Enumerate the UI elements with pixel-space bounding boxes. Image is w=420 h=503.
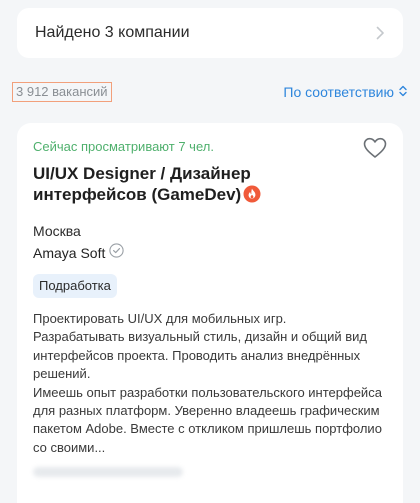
sort-label: По соответствию [283,84,394,100]
vacancy-city: Москва [33,223,81,239]
vacancy-title[interactable]: UI/UX Designer / Дизайнер интерфейсов (G… [33,163,333,208]
viewers-text: Сейчас просматривают 7 чел. [33,139,214,154]
vacancy-card[interactable]: Сейчас просматривают 7 чел. UI/UX Design… [17,123,403,503]
blurred-placeholder [33,467,183,478]
fire-icon [243,185,261,208]
vacancy-title-text: UI/UX Designer / Дизайнер интерфейсов (G… [33,164,251,204]
check-circle-icon [109,243,125,262]
vacancy-count: 3 912 вакансий [12,82,112,102]
chevron-right-icon [373,26,387,40]
sort-arrows-icon [399,84,407,100]
companies-found-label: Найдено 3 компании [35,24,190,41]
favorite-button[interactable] [363,137,387,159]
employment-type-tag: Подработка [33,274,117,298]
sort-button[interactable]: По соответствию [283,84,407,100]
heart-outline-icon [363,137,387,158]
vacancy-description: Проектировать UI/UX для мобильных игр. Р… [33,311,382,455]
employer[interactable]: Amaya Soft [33,243,387,262]
employer-name: Amaya Soft [33,244,106,261]
results-toolbar: 3 912 вакансий По соответствию [12,81,407,103]
companies-found-card[interactable]: Найдено 3 компании [17,8,403,58]
